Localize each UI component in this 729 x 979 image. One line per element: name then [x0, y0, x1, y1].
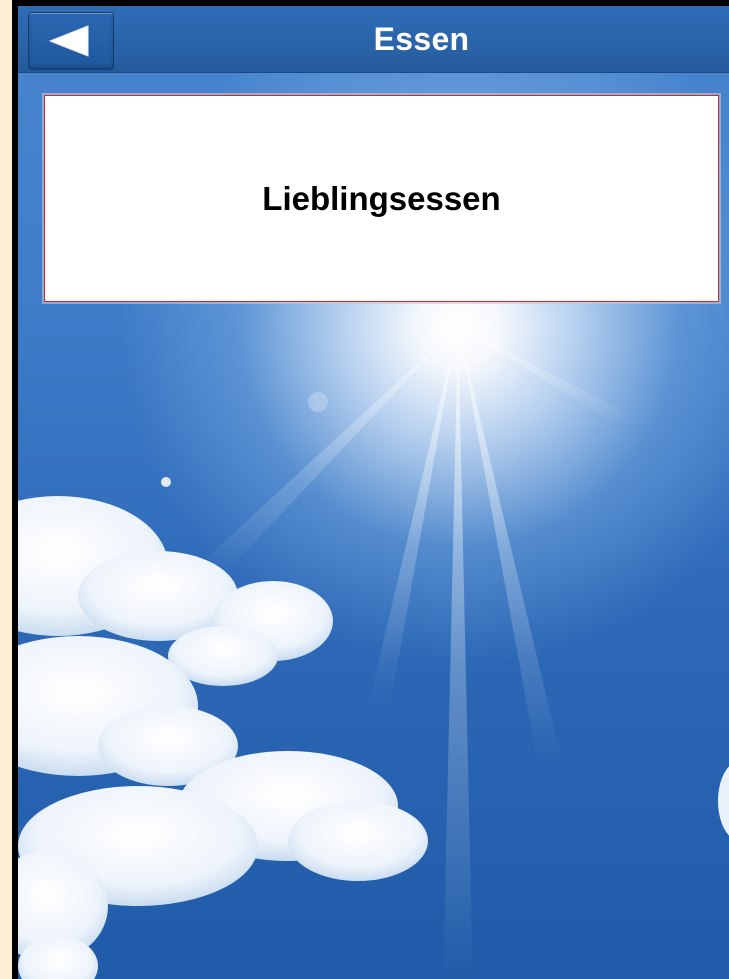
top-bar: Essen: [18, 6, 729, 73]
back-button[interactable]: [28, 12, 114, 70]
app-screen: Essen Lieblingsessen: [18, 6, 729, 979]
device-frame: Essen Lieblingsessen: [12, 0, 729, 979]
left-gutter: [0, 0, 12, 979]
page-title: Essen: [373, 21, 470, 57]
card-label: Lieblingsessen: [262, 180, 501, 217]
favorite-food-card[interactable]: Lieblingsessen: [44, 95, 719, 302]
back-triangle-icon: [48, 25, 89, 57]
